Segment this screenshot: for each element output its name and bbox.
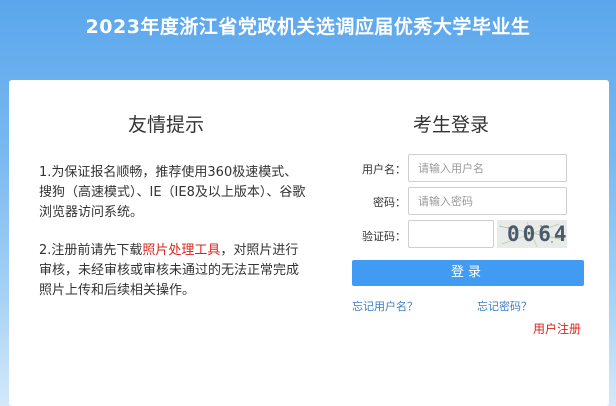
photo-tool-link[interactable]: 照片处理工具: [142, 243, 220, 258]
tip-item-1: 1.为保证报名顺畅，推荐使用360极速模式、搜狗（高速模式）、IE（IE8及以上…: [39, 165, 306, 220]
login-button[interactable]: 登录: [352, 260, 584, 286]
register-link[interactable]: 用户注册: [533, 320, 581, 337]
username-label: 用户名：: [362, 163, 406, 176]
forgot-username-link[interactable]: 忘记用户名？: [352, 298, 418, 314]
tip-item-2-prefix: 2.注册前请先下载: [39, 243, 143, 258]
captcha-input[interactable]: [408, 220, 494, 248]
forgot-password-link[interactable]: 忘记密码？: [477, 298, 532, 314]
page-title: 2023年度浙江省党政机关选调应届优秀大学毕业生: [85, 16, 531, 38]
password-label: 密码：: [373, 196, 406, 209]
login-title: 考生登录: [413, 114, 490, 136]
tip-item-2: 2.注册前请先下载照片处理工具，对照片进行审核，未经审核或审核未通过的无法正常完…: [39, 241, 309, 301]
login-card: 友情提示 1.为保证报名顺畅，推荐使用360极速模式、搜狗（高速模式）、IE（I…: [9, 80, 609, 406]
username-input[interactable]: [408, 154, 567, 182]
captcha-text: 0064: [507, 222, 567, 246]
password-input[interactable]: [408, 187, 567, 215]
captcha-image[interactable]: 0064: [497, 220, 567, 248]
tips-title: 友情提示: [128, 114, 205, 136]
captcha-label: 验证码：: [362, 230, 406, 243]
